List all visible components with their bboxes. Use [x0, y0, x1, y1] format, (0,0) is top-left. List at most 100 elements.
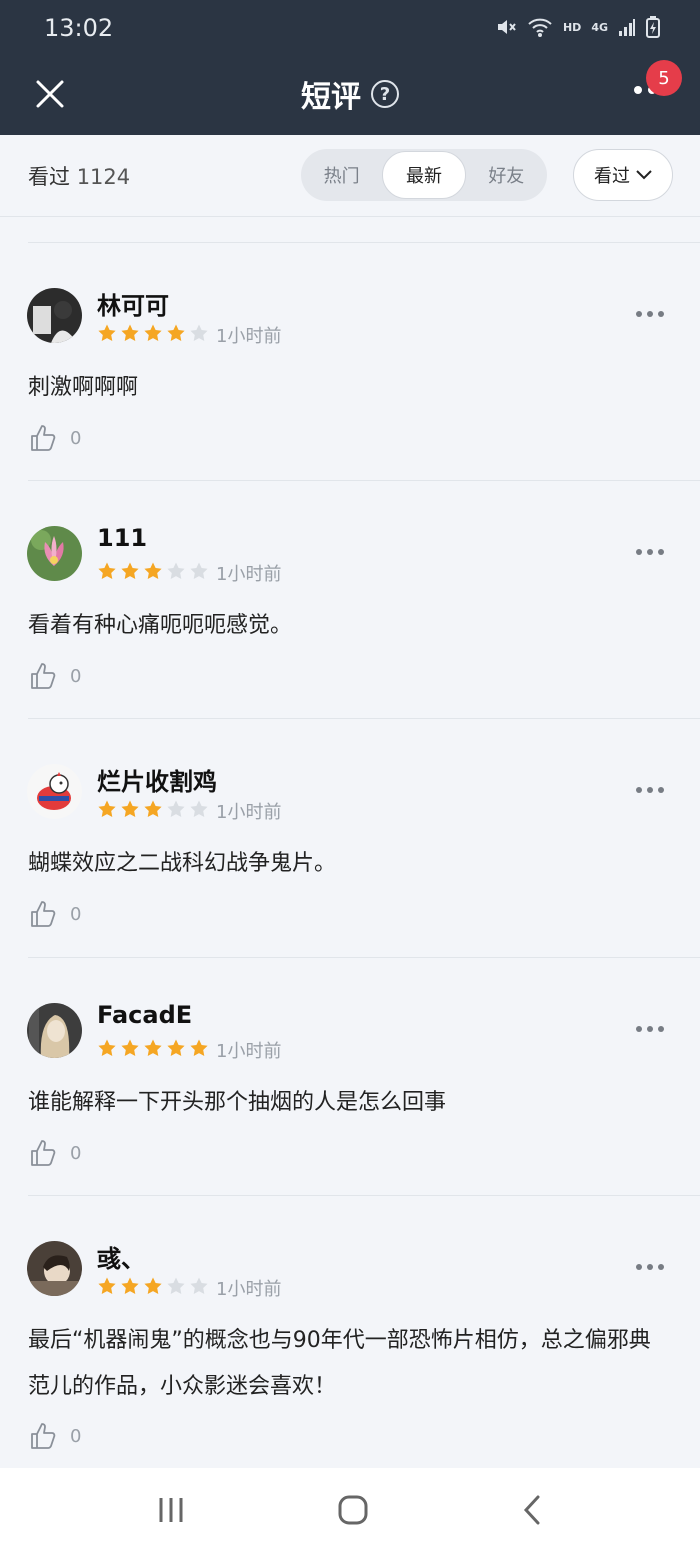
tab-friends[interactable]: 好友 — [466, 151, 547, 199]
thumbs-up-icon — [31, 901, 56, 927]
like-count: 0 — [70, 903, 82, 925]
review-time: 1小时前 — [216, 326, 282, 347]
review-more-button[interactable] — [636, 787, 664, 793]
username[interactable]: 林可可 — [97, 286, 169, 321]
star-filled-icon — [121, 800, 139, 817]
review-more-button[interactable] — [636, 311, 664, 317]
star-filled-icon — [98, 800, 116, 817]
star-rating — [97, 323, 209, 343]
status-bar: 13:02 HD 4G — [0, 0, 700, 58]
review-text: 最后“机器闹鬼”的概念也与90年代一部恐怖片相仿，总之偏邪典范儿的作品，小众影迷… — [28, 1328, 651, 1399]
like-button[interactable]: 0 — [30, 662, 81, 690]
star-filled-icon — [98, 324, 116, 341]
hd-icon: HD — [562, 20, 582, 34]
review-more-button[interactable] — [636, 1026, 664, 1032]
username[interactable]: 111 — [97, 524, 147, 552]
like-count: 0 — [70, 427, 82, 449]
4g-icon: 4G — [591, 20, 608, 34]
star-filled-icon — [98, 1277, 116, 1294]
star-filled-icon — [98, 562, 116, 579]
watched-number: 1124 — [76, 165, 131, 189]
star-empty-icon — [167, 562, 185, 579]
like-button[interactable]: 0 — [30, 1422, 81, 1450]
star-filled-icon — [144, 1277, 162, 1294]
header-bar: 短评 ? 5 — [0, 58, 700, 135]
review-time: 1小时前 — [216, 1279, 282, 1300]
wifi-icon — [527, 16, 553, 38]
avatar[interactable] — [27, 1003, 82, 1058]
star-empty-icon — [190, 324, 208, 341]
review-more-button[interactable] — [636, 1264, 664, 1270]
page-title: 短评 — [301, 80, 361, 115]
like-button[interactable]: 0 — [30, 900, 81, 928]
star-empty-icon — [167, 1277, 185, 1294]
like-count: 0 — [70, 1425, 82, 1447]
watched-filter-dropdown[interactable]: 看过 — [573, 149, 673, 201]
more-dot — [634, 86, 642, 94]
mute-icon — [495, 16, 517, 38]
status-icons: HD 4G — [495, 16, 660, 38]
help-icon[interactable]: ? — [371, 80, 399, 108]
review-text: 蝴蝶效应之二战科幻战争鬼片。 — [28, 851, 337, 876]
star-rating — [97, 799, 209, 819]
star-filled-icon — [98, 1039, 116, 1056]
watched-count: 看过 1124 — [28, 161, 130, 191]
back-button[interactable] — [520, 1494, 544, 1530]
recents-icon — [159, 1498, 183, 1522]
username[interactable]: 烂片收割鸡 — [97, 762, 217, 797]
review-text: 刺激啊啊啊 — [28, 375, 139, 400]
battery-icon — [646, 16, 660, 38]
like-button[interactable]: 0 — [30, 1139, 81, 1167]
star-filled-icon — [121, 1039, 139, 1056]
review-time: 1小时前 — [216, 1041, 282, 1062]
tab-latest[interactable]: 最新 — [382, 151, 466, 199]
dropdown-label: 看过 — [594, 166, 630, 187]
star-filled-icon — [144, 562, 162, 579]
tab-hot[interactable]: 热门 — [301, 151, 382, 199]
avatar[interactable] — [27, 526, 82, 581]
username[interactable]: 彧、 — [97, 1239, 145, 1274]
divider — [28, 1195, 700, 1196]
sort-segmented-control: 热门 最新 好友 — [301, 149, 547, 201]
like-count: 0 — [70, 1142, 82, 1164]
like-button[interactable]: 0 — [30, 424, 81, 452]
review-more-button[interactable] — [636, 549, 664, 555]
star-rating — [97, 1276, 209, 1296]
review-time: 1小时前 — [216, 802, 282, 823]
divider — [28, 718, 700, 719]
chevron-down-icon — [636, 170, 652, 180]
thumbs-up-icon — [31, 1423, 56, 1449]
signal-icon — [618, 17, 636, 37]
star-filled-icon — [167, 1039, 185, 1056]
avatar[interactable] — [27, 288, 82, 343]
star-rating — [97, 561, 209, 581]
star-filled-icon — [121, 324, 139, 341]
like-count: 0 — [70, 665, 82, 687]
review-time: 1小时前 — [216, 564, 282, 585]
username[interactable]: FacadE — [97, 1001, 192, 1029]
divider — [28, 480, 700, 481]
thumbs-up-icon — [31, 425, 56, 451]
star-filled-icon — [167, 324, 185, 341]
star-rating — [97, 1038, 209, 1058]
star-empty-icon — [190, 1277, 208, 1294]
avatar[interactable] — [27, 764, 82, 819]
divider — [28, 957, 700, 958]
status-time: 13:02 — [44, 14, 114, 42]
thumbs-up-icon — [31, 663, 56, 689]
notification-badge: 5 — [646, 60, 682, 96]
avatar[interactable] — [27, 1241, 82, 1296]
divider — [28, 242, 700, 243]
review-text: 谁能解释一下开头那个抽烟的人是怎么回事 — [28, 1090, 447, 1115]
watched-label: 看过 — [28, 165, 70, 189]
star-filled-icon — [121, 562, 139, 579]
star-filled-icon — [144, 1039, 162, 1056]
star-empty-icon — [190, 562, 208, 579]
star-filled-icon — [190, 1039, 208, 1056]
star-filled-icon — [121, 1277, 139, 1294]
home-button[interactable] — [337, 1494, 369, 1530]
recents-button[interactable] — [156, 1495, 186, 1529]
system-navigation-bar — [0, 1468, 700, 1556]
review-text: 看着有种心痛呃呃呃感觉。 — [28, 613, 293, 638]
thumbs-up-icon — [31, 1140, 56, 1166]
